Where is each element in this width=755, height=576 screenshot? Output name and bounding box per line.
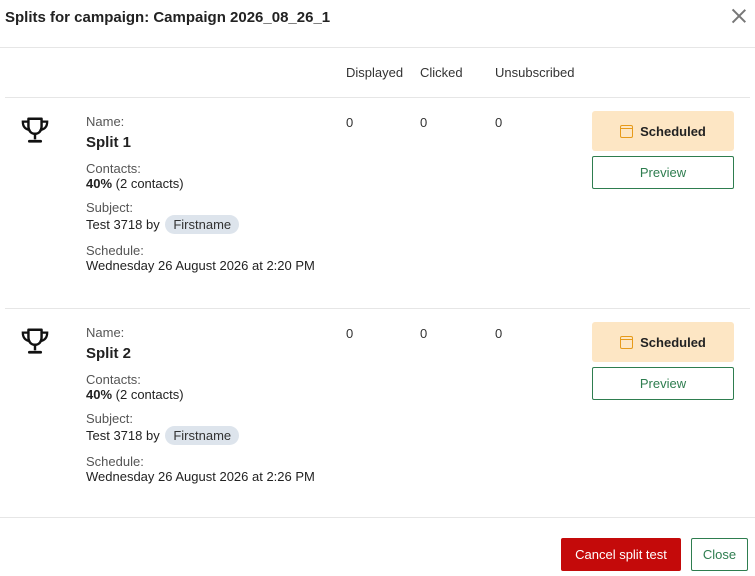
clicked-count: 0 (420, 115, 428, 130)
contacts-percent: 40% (86, 176, 113, 191)
subject-value: Test 3718 by Firstname (86, 215, 336, 234)
split-row-1: Name: Split 1 Contacts: 40% (2 contacts)… (0, 98, 755, 308)
subject-text: Test 3718 by (86, 428, 160, 443)
contacts-label: Contacts: (86, 372, 141, 387)
contacts-value: 40% (2 contacts) (86, 176, 336, 191)
trophy-icon (21, 328, 49, 354)
column-header-unsubscribed: Unsubscribed (495, 65, 575, 80)
split-details: Name: Split 2 Contacts: 40% (2 contacts)… (86, 325, 336, 484)
cancel-split-test-button[interactable]: Cancel split test (561, 538, 681, 571)
subject-label: Subject: (86, 200, 133, 215)
displayed-count: 0 (346, 115, 354, 130)
close-icon[interactable] (729, 6, 749, 26)
trophy-icon (21, 117, 49, 143)
status-label: Scheduled (640, 123, 706, 139)
name-label: Name: (86, 325, 125, 340)
calendar-icon (620, 335, 634, 349)
close-button[interactable]: Close (691, 538, 748, 571)
subject-label: Subject: (86, 411, 133, 426)
status-label: Scheduled (640, 334, 706, 350)
schedule-value: Wednesday 26 August 2026 at 2:20 PM (86, 258, 315, 273)
subject-tag: Firstname (165, 426, 240, 445)
subject-text: Test 3718 by (86, 217, 160, 232)
contacts-count: (2 contacts) (112, 176, 184, 191)
subject-tag: Firstname (165, 215, 240, 234)
column-header-clicked: Clicked (420, 65, 463, 80)
preview-button[interactable]: Preview (592, 367, 734, 400)
name-label: Name: (86, 114, 125, 129)
split-details: Name: Split 1 Contacts: 40% (2 contacts)… (86, 114, 336, 273)
contacts-count: (2 contacts) (112, 387, 184, 402)
status-badge: Scheduled (592, 111, 734, 151)
status-badge: Scheduled (592, 322, 734, 362)
modal-title: Splits for campaign: Campaign 2026_08_26… (5, 9, 331, 26)
contacts-percent: 40% (86, 387, 113, 402)
modal-header: Splits for campaign: Campaign 2026_08_26… (0, 0, 755, 48)
schedule-label: Schedule: (86, 454, 144, 469)
subject-value: Test 3718 by Firstname (86, 426, 336, 445)
split-row-2: Name: Split 2 Contacts: 40% (2 contacts)… (0, 309, 755, 519)
split-name: Split 1 (86, 134, 132, 151)
schedule-value: Wednesday 26 August 2026 at 2:26 PM (86, 469, 315, 484)
contacts-label: Contacts: (86, 161, 141, 176)
displayed-count: 0 (346, 326, 354, 341)
clicked-count: 0 (420, 326, 428, 341)
unsubscribed-count: 0 (495, 115, 503, 130)
schedule-label: Schedule: (86, 243, 144, 258)
unsubscribed-count: 0 (495, 326, 503, 341)
calendar-icon (620, 124, 634, 138)
column-header-displayed: Displayed (346, 65, 404, 80)
footer-divider (0, 517, 755, 518)
preview-button[interactable]: Preview (592, 156, 734, 189)
split-name: Split 2 (86, 345, 132, 362)
contacts-value: 40% (2 contacts) (86, 387, 336, 402)
